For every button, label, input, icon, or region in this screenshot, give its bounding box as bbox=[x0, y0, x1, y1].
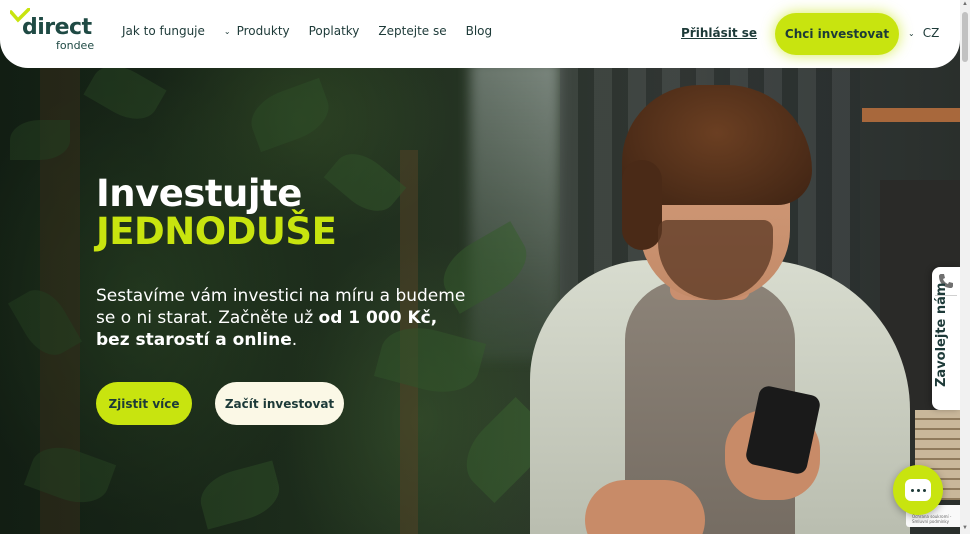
hero-title-line2: JEDNODUŠE bbox=[96, 210, 337, 253]
call-us-tab[interactable]: Zavolejte nám bbox=[932, 267, 960, 410]
scroll-up-icon[interactable]: ▲ bbox=[962, 1, 968, 7]
hero-person-photo bbox=[530, 80, 920, 534]
language-switcher[interactable]: ⌄ CZ bbox=[908, 26, 939, 40]
main-nav: Jak to funguje ⌄ Produkty Poplatky Zepte… bbox=[122, 24, 511, 38]
learn-more-button[interactable]: Zjistit více bbox=[96, 382, 192, 425]
header-invest-button[interactable]: Chci investovat bbox=[775, 13, 899, 55]
nav-item-label: Blog bbox=[465, 24, 493, 38]
nav-item-blog[interactable]: Blog bbox=[466, 24, 493, 38]
arm bbox=[585, 480, 705, 534]
start-investing-button[interactable]: Začít investovat bbox=[215, 382, 344, 425]
nav-item-produkty[interactable]: ⌄ Produkty bbox=[224, 24, 290, 38]
nav-item-poplatky[interactable]: Poplatky bbox=[309, 24, 360, 38]
login-link[interactable]: Přihlásit se bbox=[681, 26, 757, 40]
logo[interactable]: direct fondee bbox=[10, 8, 94, 52]
call-us-label: Zavolejte nám bbox=[934, 282, 949, 387]
scroll-down-icon[interactable]: ▼ bbox=[962, 525, 968, 531]
scrollbar-thumb[interactable] bbox=[962, 12, 968, 62]
scrollbar[interactable]: ▲ ▼ bbox=[960, 0, 970, 534]
chat-icon bbox=[905, 479, 931, 501]
hero-background bbox=[0, 0, 960, 534]
nav-item-label: Jak to funguje bbox=[122, 24, 205, 38]
nav-item-zeptejte-se[interactable]: Zeptejte se bbox=[378, 24, 446, 38]
hero-overlay bbox=[0, 0, 560, 534]
nav-item-jak-to-funguje[interactable]: Jak to funguje bbox=[122, 24, 205, 38]
hair bbox=[622, 160, 662, 250]
nav-item-label: Poplatky bbox=[308, 24, 360, 38]
chevron-down-icon: ⌄ bbox=[223, 26, 231, 36]
chevron-down-icon: ⌄ bbox=[908, 28, 915, 38]
nav-item-label: Zeptejte se bbox=[378, 24, 447, 38]
logo-sub: fondee bbox=[56, 39, 95, 52]
hero-lead-end: . bbox=[291, 330, 298, 350]
nav-item-label: Produkty bbox=[236, 24, 290, 38]
chat-button[interactable] bbox=[893, 465, 943, 515]
language-label: CZ bbox=[922, 26, 940, 40]
hero-title-line1: Investujte bbox=[96, 172, 302, 215]
site-header: direct fondee Jak to funguje ⌄ Produkty … bbox=[0, 0, 960, 68]
hero-lead: Sestavíme vám investici na míru a budeme… bbox=[96, 285, 476, 351]
logo-word: direct bbox=[22, 15, 92, 40]
